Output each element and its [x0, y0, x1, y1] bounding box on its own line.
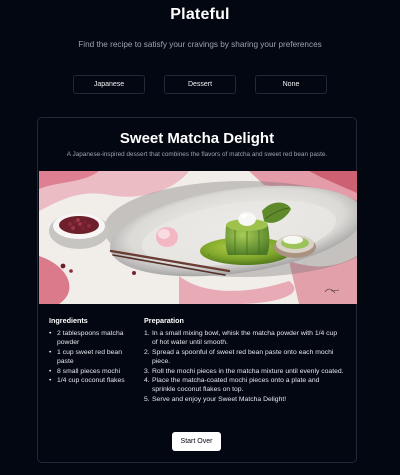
preference-restriction[interactable]: None — [255, 75, 327, 94]
preparation-heading: Preparation — [144, 316, 184, 325]
preparation-section: Preparation 1. In a small mixing bowl, wh… — [144, 316, 344, 404]
ingredients-section: Ingredients 2 tablespoons matcha powder … — [49, 316, 129, 386]
app-title: Plateful — [170, 6, 230, 23]
preparation-step: 1. In a small mixing bowl, whisk the matc… — [144, 330, 338, 347]
ingredients-list: 2 tablespoons matcha powder 1 cup sweet … — [49, 329, 129, 386]
ingredient-item: 1 cup sweet red bean paste — [49, 348, 129, 367]
recipe-card: Sweet Matcha Delight A Japanese-inspired… — [37, 117, 357, 463]
start-over-button[interactable]: Start Over — [172, 432, 221, 451]
ingredient-item: 8 small pieces mochi — [49, 367, 129, 377]
preparation-step: 2. Spread a spoonful of sweet red bean pa… — [144, 348, 334, 366]
ingredient-item: 1/4 cup coconut flakes — [49, 376, 129, 386]
recipe-image — [39, 171, 357, 304]
ingredient-item: 2 tablespoons matcha powder — [49, 329, 129, 348]
preparation-step: 3. Roll the mochi pieces in the matcha mi… — [144, 367, 344, 375]
step-text: In a small mixing bowl, whisk the matcha… — [152, 330, 338, 347]
step-text: Spread a spoonful of sweet red bean past… — [152, 348, 334, 366]
ingredients-heading: Ingredients — [49, 316, 88, 325]
step-text: Place the matcha-coated mochi pieces ont… — [152, 377, 320, 394]
recipe-description: A Japanese-inspired dessert that combine… — [66, 151, 328, 158]
preference-cuisine[interactable]: Japanese — [73, 75, 145, 94]
recipe-title: Sweet Matcha Delight — [119, 130, 275, 147]
app-subtitle: Find the recipe to satisfy your cravings… — [78, 40, 322, 49]
preparation-step: 4. Place the matcha-coated mochi pieces o… — [144, 377, 320, 394]
preparation-steps: 1. In a small mixing bowl, whisk the matc… — [144, 329, 344, 404]
step-text: Serve and enjoy your Sweet Matcha Deligh… — [152, 395, 287, 403]
step-text: Roll the mochi pieces in the matcha mixt… — [152, 367, 344, 375]
preference-list: Japanese Dessert None — [0, 75, 400, 94]
preference-meal-type[interactable]: Dessert — [164, 75, 236, 94]
preparation-step: 5. Serve and enjoy your Sweet Matcha Deli… — [144, 395, 287, 403]
